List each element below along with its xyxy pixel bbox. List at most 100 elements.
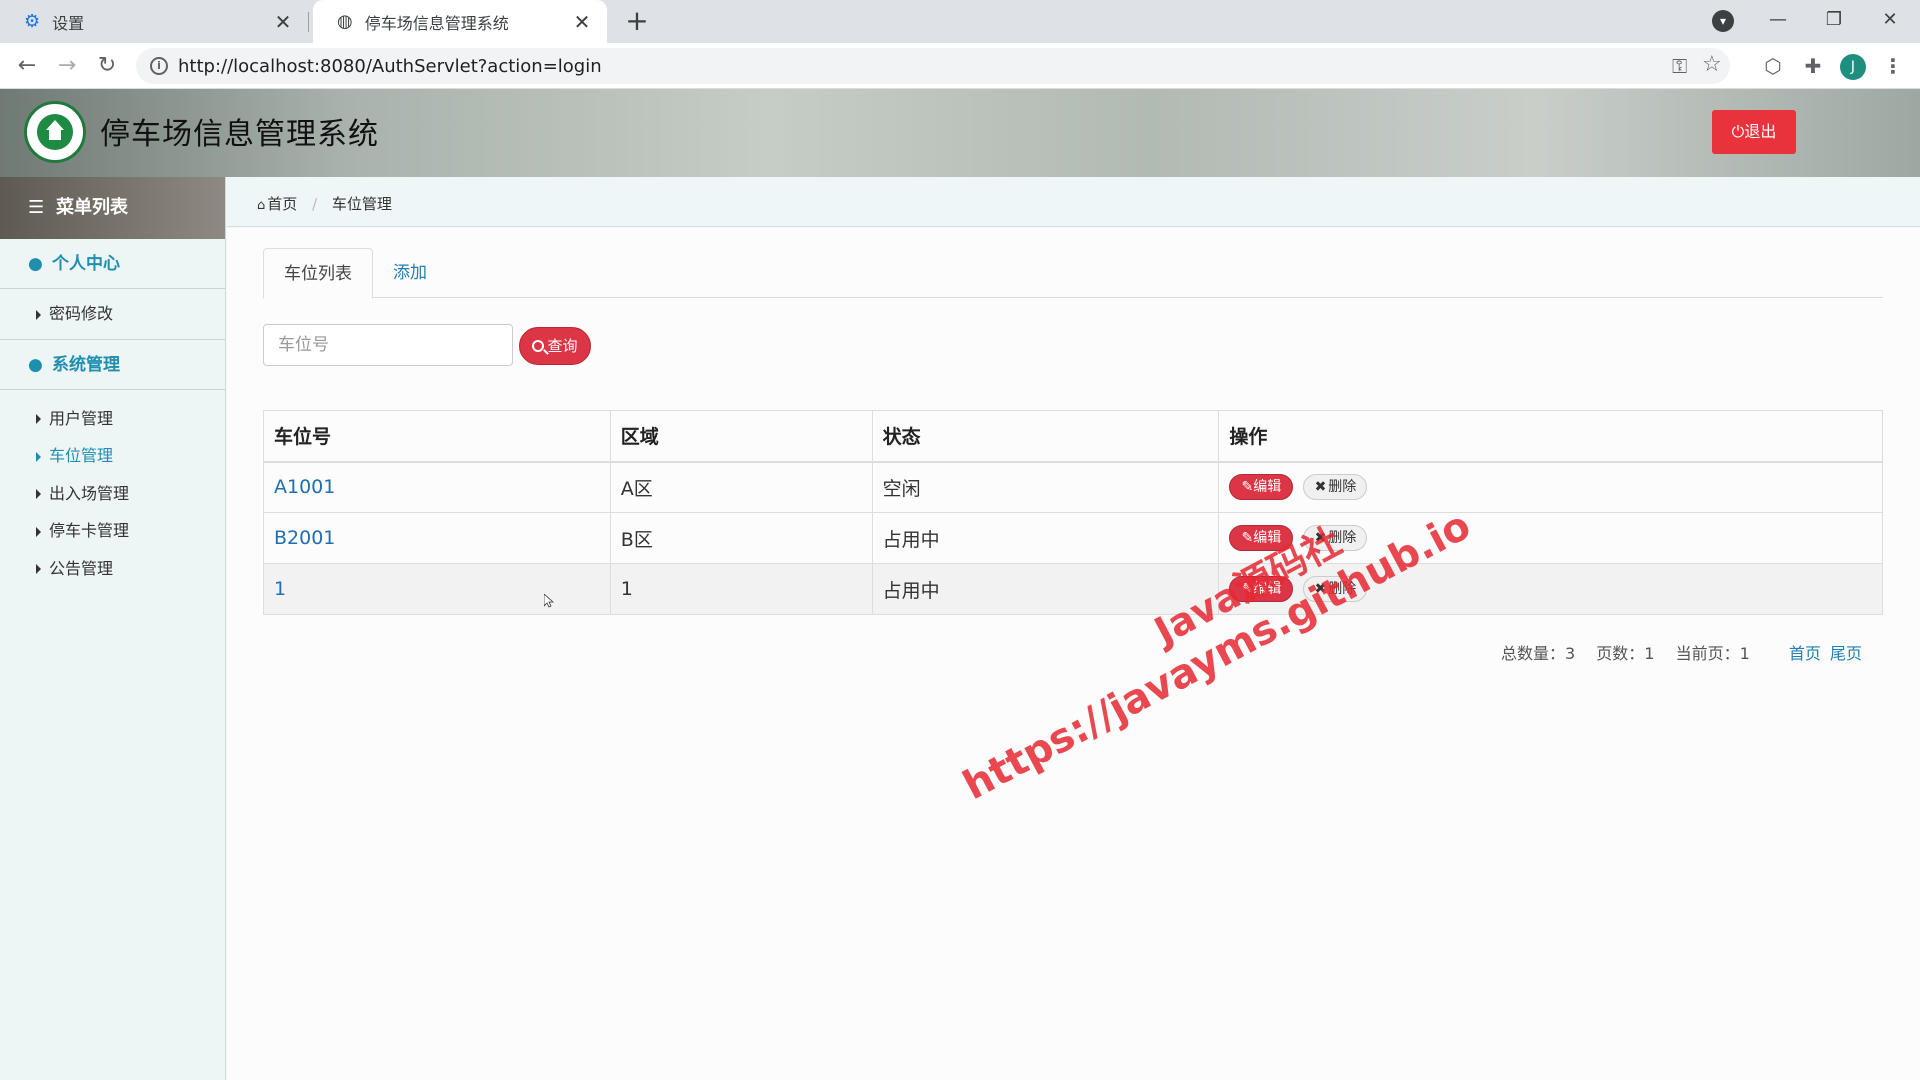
row-actions: ✎编辑 ✖ 删除	[1218, 461, 1883, 513]
first-page-link[interactable]: 首页	[1789, 644, 1821, 663]
space-area: 1	[609, 563, 873, 615]
extension-icon[interactable]: ⬡	[1760, 53, 1786, 79]
column-header-actions: 操作	[1218, 410, 1883, 463]
reload-button[interactable]: ↻	[92, 51, 122, 81]
breadcrumb-bar: ⌂ 首页 / 车位管理	[227, 177, 1920, 227]
browser-tab-settings[interactable]: ⚙ 设置 ✕	[0, 0, 308, 43]
breadcrumb-separator: /	[312, 195, 318, 213]
sidebar-item-parking-cards[interactable]: 停车卡管理	[0, 512, 225, 550]
star-icon[interactable]: ☆	[1702, 52, 1722, 77]
sidebar-item-password[interactable]: 密码修改	[0, 295, 225, 333]
table-header-row: 车位号 区域 状态 操作	[263, 410, 1883, 463]
space-code-search-input[interactable]	[263, 324, 513, 366]
group-label: 系统管理	[52, 354, 120, 375]
forward-button[interactable]: →	[52, 51, 82, 81]
globe-icon: ◍	[337, 11, 353, 32]
new-tab-button[interactable]: +	[622, 6, 652, 36]
url-text[interactable]: http://localhost:8080/AuthServlet?action…	[178, 56, 602, 77]
search-icon	[532, 340, 545, 352]
sidebar-sublist: 密码修改	[0, 289, 225, 340]
tab-space-list[interactable]: 车位列表	[263, 248, 373, 299]
space-area: B区	[609, 512, 873, 564]
caret-right-icon	[36, 414, 41, 424]
delete-label: 删除	[1328, 479, 1357, 496]
list-icon: ☰	[28, 197, 45, 218]
caret-right-icon	[36, 564, 41, 574]
table-row: B2001 B区 占用中 ✎编辑 ✖ 删除	[263, 512, 1883, 564]
tab-search-icon[interactable]: ▾	[1712, 10, 1734, 32]
sidebar-item-notices[interactable]: 公告管理	[0, 550, 225, 588]
puzzle-icon[interactable]: ✚	[1800, 53, 1826, 79]
sidebar-item-label: 车位管理	[49, 446, 114, 465]
user-icon: ●	[28, 254, 43, 274]
window-close-button[interactable]: ✕	[1870, 4, 1910, 36]
space-code-link[interactable]: 1	[263, 563, 611, 615]
total-count: 总数量：3	[1501, 644, 1576, 663]
browser-tab-active[interactable]: ◍ 停车场信息管理系统 ✕	[313, 0, 607, 43]
content-tabs: 车位列表 添加	[263, 248, 1883, 299]
user-icon: ●	[28, 354, 43, 375]
sidebar-group-personal[interactable]: ● 个人中心	[0, 239, 225, 289]
space-status: 占用中	[871, 512, 1220, 564]
tab-add[interactable]: 添加	[373, 248, 447, 299]
home-icon: ⌂	[257, 198, 266, 213]
logout-label: 退出	[1744, 122, 1777, 141]
group-label: 个人中心	[52, 254, 120, 274]
more-menu-icon[interactable]: ⋮	[1880, 53, 1906, 79]
space-code-link[interactable]: B2001	[263, 512, 611, 564]
table-row: 1 1 占用中 ✎编辑 ✖ 删除	[263, 563, 1883, 615]
edit-button[interactable]: ✎编辑	[1229, 474, 1294, 501]
mouse-cursor-icon	[544, 594, 554, 608]
breadcrumb-current: 车位管理	[331, 195, 392, 213]
close-icon[interactable]: ✕	[571, 10, 593, 34]
info-icon[interactable]: i	[150, 57, 168, 75]
restore-button[interactable]: ❐	[1814, 4, 1854, 36]
sidebar-item-entry-exit[interactable]: 出入场管理	[0, 475, 225, 513]
caret-right-icon	[36, 526, 41, 537]
search-button[interactable]: 查询	[519, 327, 591, 365]
caret-right-icon	[36, 489, 41, 499]
sidebar-item-spaces[interactable]: 车位管理	[0, 437, 225, 475]
breadcrumb-home[interactable]: 首页	[267, 195, 297, 213]
university-logo	[24, 101, 86, 163]
app-header: 停车场信息管理系统 ⏻退出	[0, 89, 1920, 177]
sidebar: ☰ 菜单列表 ● 个人中心 密码修改 ● 系统管理 用户管理 车位管理 出入场管理 停…	[0, 177, 226, 1080]
sidebar-item-label: 出入场管理	[49, 483, 130, 503]
column-header-code: 车位号	[263, 410, 611, 463]
sidebar-item-users[interactable]: 用户管理	[0, 400, 225, 438]
close-icon[interactable]: ✕	[272, 10, 294, 34]
sidebar-item-label: 用户管理	[49, 408, 114, 428]
edit-label: 编辑	[1253, 479, 1282, 496]
sidebar-item-label: 停车卡管理	[49, 521, 130, 540]
space-status: 空闲	[871, 461, 1220, 513]
pencil-icon: ✎	[1241, 479, 1254, 496]
logout-button[interactable]: ⏻退出	[1712, 110, 1796, 154]
address-bar[interactable]: i http://localhost:8080/AuthServlet?acti…	[136, 48, 1730, 84]
search-button-label: 查询	[547, 337, 578, 355]
back-button[interactable]: ←	[12, 51, 42, 81]
pencil-icon: ✎	[1241, 530, 1254, 546]
power-icon: ⏻	[1731, 122, 1745, 141]
menu-title: 菜单列表	[56, 197, 128, 218]
key-icon[interactable]: ⚿	[1672, 54, 1687, 78]
profile-avatar[interactable]: J	[1840, 54, 1866, 80]
column-header-status: 状态	[871, 410, 1220, 463]
app-title: 停车场信息管理系统	[100, 117, 379, 152]
pagination: 总数量：3 页数：1 当前页：1 首页 尾页	[1501, 640, 1866, 664]
menu-header: ☰ 菜单列表	[0, 177, 225, 239]
tab-separator	[308, 12, 309, 32]
caret-right-icon	[36, 451, 41, 462]
gear-icon: ⚙	[24, 11, 41, 32]
sidebar-sublist: 用户管理 车位管理 出入场管理 停车卡管理 公告管理	[0, 390, 225, 594]
page-count: 页数：1	[1596, 644, 1655, 663]
browser-toolbar: ← → ↻ i http://localhost:8080/AuthServle…	[0, 43, 1920, 89]
space-code-link[interactable]: A1001	[263, 461, 611, 513]
sidebar-group-system[interactable]: ● 系统管理	[0, 340, 225, 390]
breadcrumb: ⌂ 首页 / 车位管理	[257, 193, 392, 214]
table-row: A1001 A区 空闲 ✎编辑 ✖ 删除	[263, 461, 1883, 513]
tab-title: 停车场信息管理系统	[364, 13, 509, 33]
current-page: 当前页：1	[1675, 644, 1750, 663]
last-page-link[interactable]: 尾页	[1830, 644, 1862, 663]
parking-space-table: 车位号 区域 状态 操作 A1001 A区 空闲 ✎编辑 ✖ 删除 B2001 B…	[263, 410, 1883, 615]
minimize-button[interactable]: —	[1758, 4, 1798, 36]
